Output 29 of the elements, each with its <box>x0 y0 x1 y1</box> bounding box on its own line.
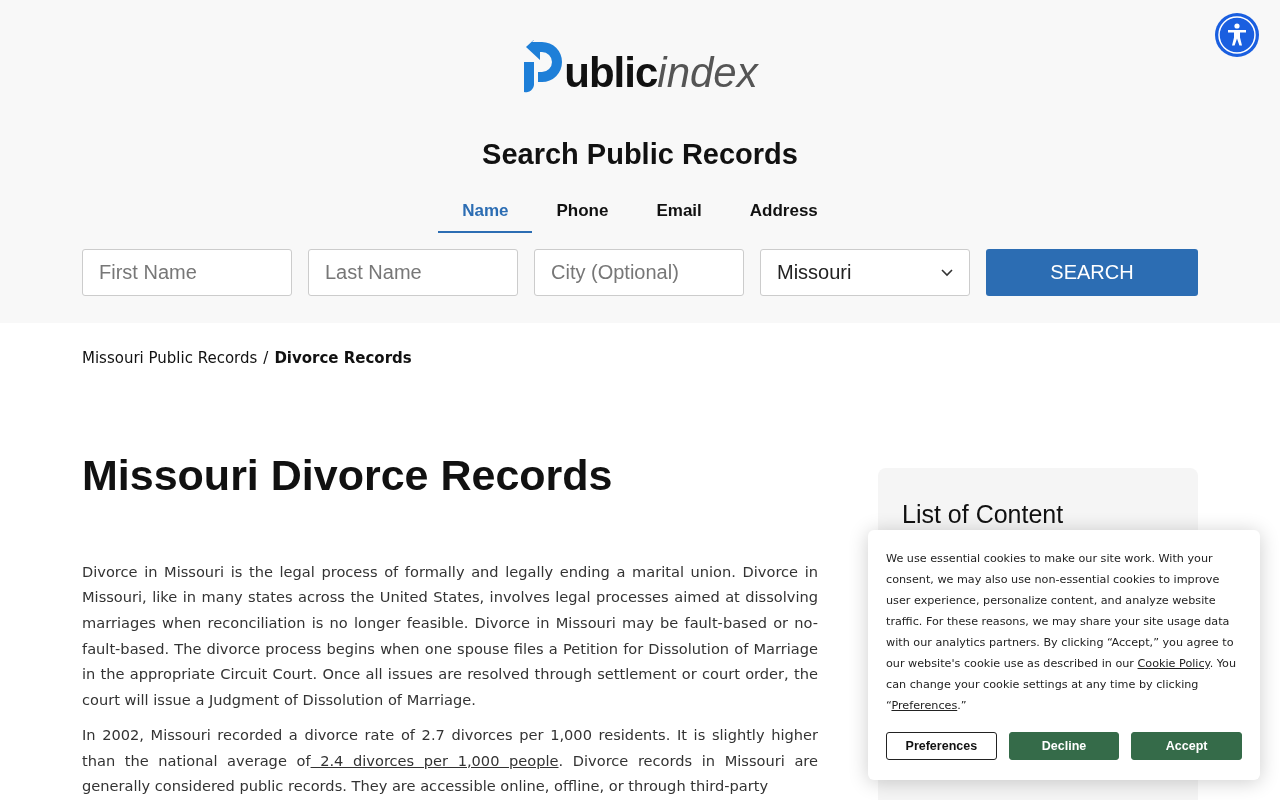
search-button[interactable]: SEARCH <box>986 249 1198 296</box>
inline-link[interactable]: Preferences <box>891 699 958 712</box>
chevron-icon <box>941 268 953 277</box>
paragraph: In 2002, Missouri recorded a divorce rate of 2.7 divorces per 1,000 residents. It is slightly higher than the national average of 2.4 divorces per 1,000 people. Divorce records in Missouri are generally considered public records. They are accessible online, offline, or through third-party <box>82 724 818 797</box>
search-tab[interactable]: Address <box>725 193 842 233</box>
input-field[interactable]: First Name <box>82 249 292 296</box>
input-field[interactable]: City (Optional) <box>534 249 744 296</box>
input-field[interactable]: Last Name <box>308 249 518 296</box>
inline-link[interactable]: 2.4 divorces per 1,000 people <box>310 751 559 769</box>
cookie-button[interactable]: Accept <box>1131 732 1242 760</box>
paragraph: Divorce in Missouri is the legal process of formally and legally ending a marital union. Divorce in Missouri, like in many states across the United States, involves legal processes aimed at dissolving marriages when reconciliation is no longer feasible. Divorce in Missouri may be fault-based or no-fault-based. The divorce process begins when one spouse files a Petition for Dissolution of Marriage in the appropriate Circuit Court. Once all issues are resolved through settlement or court order, the court will issue a Judgment of Dissolution of Marriage. <box>82 561 818 711</box>
logo-text: index <box>657 52 758 94</box>
search-title: Search Public Records <box>482 138 798 171</box>
accessibility-icon[interactable] <box>1215 13 1259 57</box>
search-tab[interactable]: Name <box>438 193 533 233</box>
state-dropdown[interactable]: Missouri <box>760 249 970 296</box>
cookie-text: We use essential cookies to make our site work. With your consent, we may also use non-essential cookies to improve user experience, personalize content, and analyze website traffic. For these reasons, we may share your site usage data with our analytics partners. By clicking “Accept,” you agree to our website's cookie use as described in our Cookie Policy. You can change your cookie settings at any time by clicking “Preferences.” <box>886 551 1238 714</box>
breadcrumb-current: Divorce Records <box>274 349 412 367</box>
page-title: Missouri Divorce Records <box>82 450 614 501</box>
logo-icon <box>522 40 565 94</box>
logo-text: ublic <box>564 52 658 94</box>
search-tab[interactable]: Email <box>632 193 726 233</box>
breadcrumb-link[interactable]: Missouri Public Records <box>82 349 258 367</box>
card-title: List of Content <box>902 500 1065 529</box>
search-tab[interactable]: Phone <box>532 193 633 233</box>
cookie-button[interactable]: Decline <box>1008 732 1120 760</box>
inline-link[interactable]: Cookie Policy <box>1137 657 1210 670</box>
breadcrumb-separator: / <box>263 349 269 367</box>
cookie-button[interactable]: Preferences <box>886 732 997 760</box>
